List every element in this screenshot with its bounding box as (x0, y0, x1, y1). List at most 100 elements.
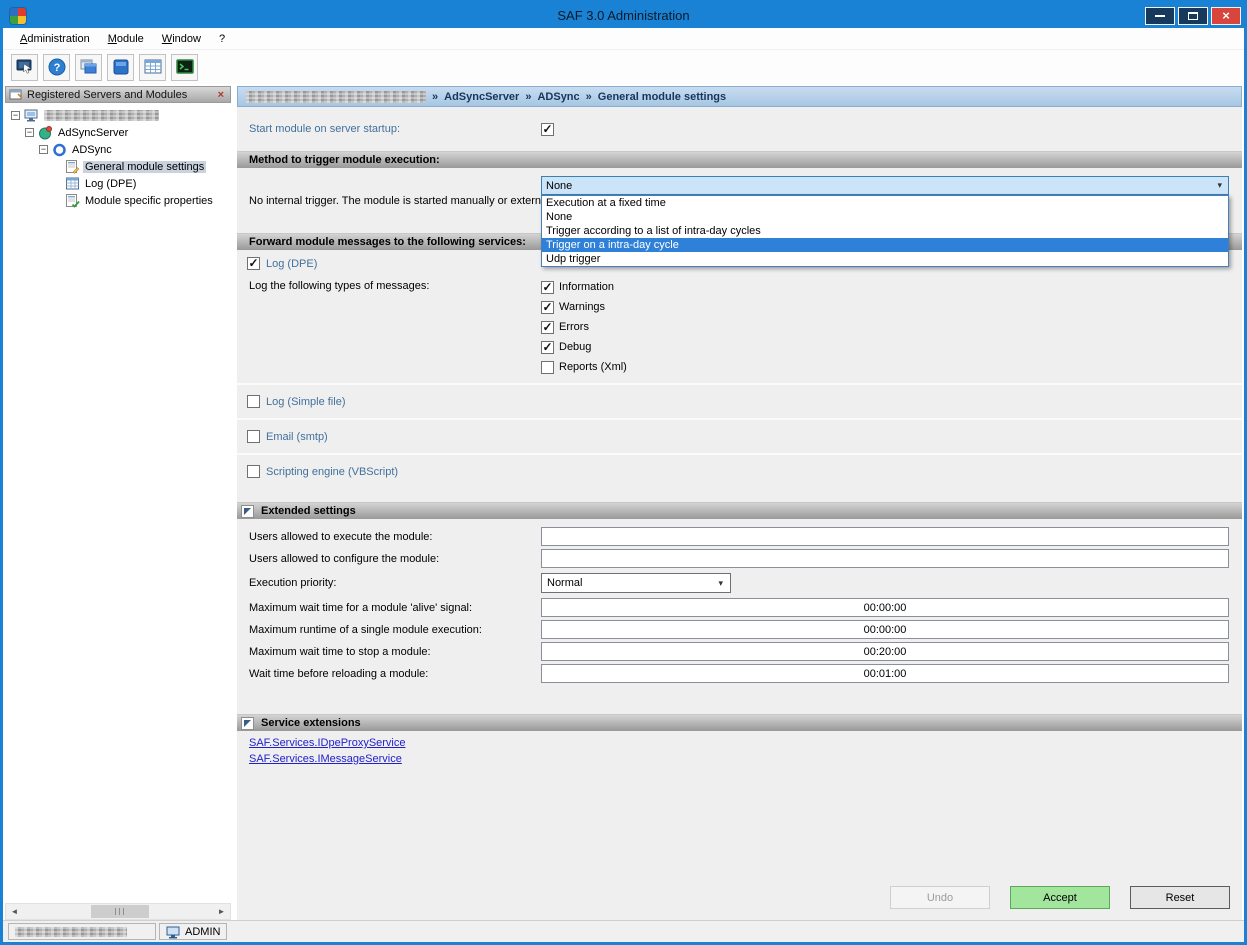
server-tree: − − AdSyncServer − (5, 103, 231, 903)
log-dpe-label[interactable]: Log (DPE) (266, 258, 317, 270)
trigger-option[interactable]: None (542, 210, 1228, 224)
start-module-label: Start module on server startup: (237, 123, 541, 135)
tree-node-general-settings[interactable]: General module settings (83, 161, 206, 173)
config-users-row: Users allowed to configure the module: (237, 549, 1242, 568)
trigger-dropdown-list: Execution at a fixed time None Trigger a… (541, 195, 1229, 267)
tree-node-log-dpe[interactable]: Log (DPE) (83, 178, 138, 190)
email-smtp-checkbox[interactable]: ✓ (247, 430, 260, 443)
check-icon: ✓ (542, 302, 552, 313)
server-name-redacted (44, 110, 159, 121)
extended-settings-form: Users allowed to execute the module: Use… (237, 519, 1242, 686)
cascade-windows-button[interactable] (75, 54, 102, 81)
log-simple-label[interactable]: Log (Simple file) (266, 396, 345, 408)
minimize-button[interactable] (1145, 7, 1175, 25)
breadcrumb-adsync[interactable]: ADSync (537, 91, 579, 103)
maximize-button[interactable] (1178, 7, 1208, 25)
accept-button[interactable]: Accept (1010, 886, 1110, 909)
scrollbar-thumb[interactable] (91, 905, 149, 918)
log-dpe-checkbox[interactable]: ✓ (247, 257, 260, 270)
reload-wait-input[interactable] (541, 664, 1229, 683)
panel-view-button[interactable] (107, 54, 134, 81)
scrollbar-track[interactable] (23, 904, 213, 919)
message-service-link[interactable]: SAF.Services.IMessageService (249, 753, 402, 765)
breadcrumb-current-page: General module settings (598, 91, 726, 103)
tree-node-adsync[interactable]: ADSync (70, 144, 114, 156)
servers-panel: Registered Servers and Modules × − − Ad (5, 86, 231, 920)
log-simple-checkbox[interactable]: ✓ (247, 395, 260, 408)
check-icon: ✓ (542, 342, 552, 353)
max-runtime-row: Maximum runtime of a single module execu… (237, 620, 1242, 639)
breadcrumb: » AdSyncServer » ADSync » General module… (237, 86, 1242, 107)
breadcrumb-separator: » (432, 91, 438, 103)
breadcrumb-server-redacted (246, 91, 426, 103)
warnings-checkbox[interactable]: ✓ (541, 301, 554, 314)
titlebar: SAF 3.0 Administration × (3, 3, 1244, 28)
tree-node-adsyncserver[interactable]: AdSyncServer (56, 127, 130, 139)
scroll-right-icon[interactable]: ► (213, 904, 230, 919)
trigger-option[interactable]: Execution at a fixed time (542, 196, 1228, 210)
tree-row-server: − (5, 107, 231, 124)
tree-row-adsyncserver: − AdSyncServer (5, 124, 231, 141)
log-icon (65, 176, 80, 191)
start-module-checkbox[interactable]: ✓ (541, 123, 554, 136)
alive-signal-input[interactable] (541, 598, 1229, 617)
debug-checkbox[interactable]: ✓ (541, 341, 554, 354)
section-header-extended: Extended settings (237, 502, 1242, 519)
menubar: Administration Module Window ? (3, 28, 1244, 50)
scripting-engine-checkbox[interactable]: ✓ (247, 465, 260, 478)
errors-checkbox[interactable]: ✓ (541, 321, 554, 334)
menu-module[interactable]: Module (99, 30, 153, 48)
collapse-toggle-icon[interactable]: − (39, 145, 48, 154)
maximize-icon (1188, 12, 1198, 20)
console-icon (175, 57, 195, 77)
start-module-row: Start module on server startup: ✓ (237, 107, 1242, 151)
trigger-option[interactable]: Trigger according to a list of intra-day… (542, 224, 1228, 238)
register-server-button[interactable] (11, 54, 38, 81)
menu-administration[interactable]: Administration (11, 30, 99, 48)
trigger-combobox[interactable]: None ▾ (541, 176, 1229, 195)
properties-page-icon (65, 193, 80, 208)
reports-xml-checkbox[interactable]: ✓ (541, 361, 554, 374)
tree-node-server[interactable] (42, 110, 161, 121)
close-button[interactable]: × (1211, 7, 1241, 25)
log-types-label: Log the following types of messages: (237, 277, 541, 377)
stop-wait-input[interactable] (541, 642, 1229, 661)
reload-wait-row: Wait time before reloading a module: (237, 664, 1242, 683)
status-user-cell: ADMIN (159, 923, 227, 940)
scripting-engine-label[interactable]: Scripting engine (VBScript) (266, 466, 398, 478)
grid-view-button[interactable] (139, 54, 166, 81)
reset-button[interactable]: Reset (1130, 886, 1230, 909)
collapse-toggle-icon[interactable]: − (25, 128, 34, 137)
scroll-left-icon[interactable]: ◄ (6, 904, 23, 919)
email-smtp-label[interactable]: Email (smtp) (266, 431, 328, 443)
trigger-option[interactable]: Trigger on a intra-day cycle (542, 238, 1228, 252)
statusbar: ADMIN (3, 920, 1244, 942)
chevron-down-icon: ▾ (1217, 180, 1224, 191)
trigger-option[interactable]: Udp trigger (542, 252, 1228, 266)
tree-row-log-dpe: Log (DPE) (5, 175, 231, 192)
menu-help[interactable]: ? (210, 30, 234, 48)
exec-users-row: Users allowed to execute the module: (237, 527, 1242, 546)
menu-window[interactable]: Window (153, 30, 210, 48)
config-users-input[interactable] (541, 549, 1229, 568)
server-icon (24, 108, 39, 123)
undo-button[interactable]: Undo (890, 886, 990, 909)
pin-icon (9, 88, 23, 102)
tree-horizontal-scrollbar[interactable]: ◄ ► (5, 903, 231, 920)
help-button[interactable]: ? (43, 54, 70, 81)
status-server-redacted (15, 927, 127, 937)
tree-row-adsync: − ADSync (5, 141, 231, 158)
exec-users-input[interactable] (541, 527, 1229, 546)
dpe-proxy-service-link[interactable]: SAF.Services.IDpeProxyService (249, 737, 406, 749)
max-runtime-input[interactable] (541, 620, 1229, 639)
collapse-section-icon[interactable] (241, 717, 254, 730)
priority-select[interactable]: Normal ▾ (541, 573, 731, 593)
tree-node-module-properties[interactable]: Module specific properties (83, 195, 215, 207)
breadcrumb-adsyncserver[interactable]: AdSyncServer (444, 91, 519, 103)
collapse-section-icon[interactable] (241, 505, 254, 518)
console-button[interactable] (171, 54, 198, 81)
information-checkbox[interactable]: ✓ (541, 281, 554, 294)
help-icon: ? (47, 57, 67, 77)
collapse-toggle-icon[interactable]: − (11, 111, 20, 120)
close-panel-icon[interactable]: × (215, 89, 227, 101)
